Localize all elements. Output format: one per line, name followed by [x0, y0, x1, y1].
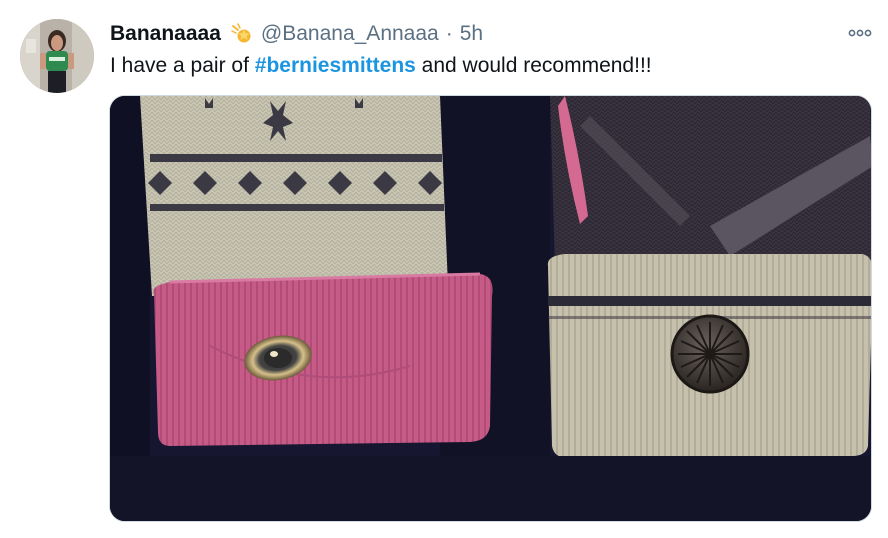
separator-dot: · — [445, 22, 453, 45]
tweet-text-before: I have a pair of — [110, 54, 255, 77]
user-handle[interactable]: @Banana_Annaaa — [261, 20, 439, 48]
tweet-text: I have a pair of #berniesmittens and wou… — [110, 52, 870, 80]
shooting-star-icon — [230, 22, 254, 46]
mittens-photo — [110, 96, 871, 521]
timestamp[interactable]: 5h — [460, 20, 483, 48]
more-options-icon — [848, 29, 872, 37]
more-options-button[interactable] — [842, 22, 878, 44]
avatar[interactable] — [20, 19, 94, 93]
tweet-header: Bananaaaa @Banana_Annaaa · 5h — [110, 20, 483, 48]
tweet-photo[interactable] — [109, 95, 872, 522]
hashtag-link[interactable]: #berniesmittens — [255, 54, 416, 77]
tweet[interactable]: Bananaaaa @Banana_Annaaa · 5h I have a p… — [0, 0, 888, 538]
display-name[interactable]: Bananaaaa — [110, 20, 221, 48]
tweet-text-after: and would recommend!!! — [415, 54, 652, 77]
